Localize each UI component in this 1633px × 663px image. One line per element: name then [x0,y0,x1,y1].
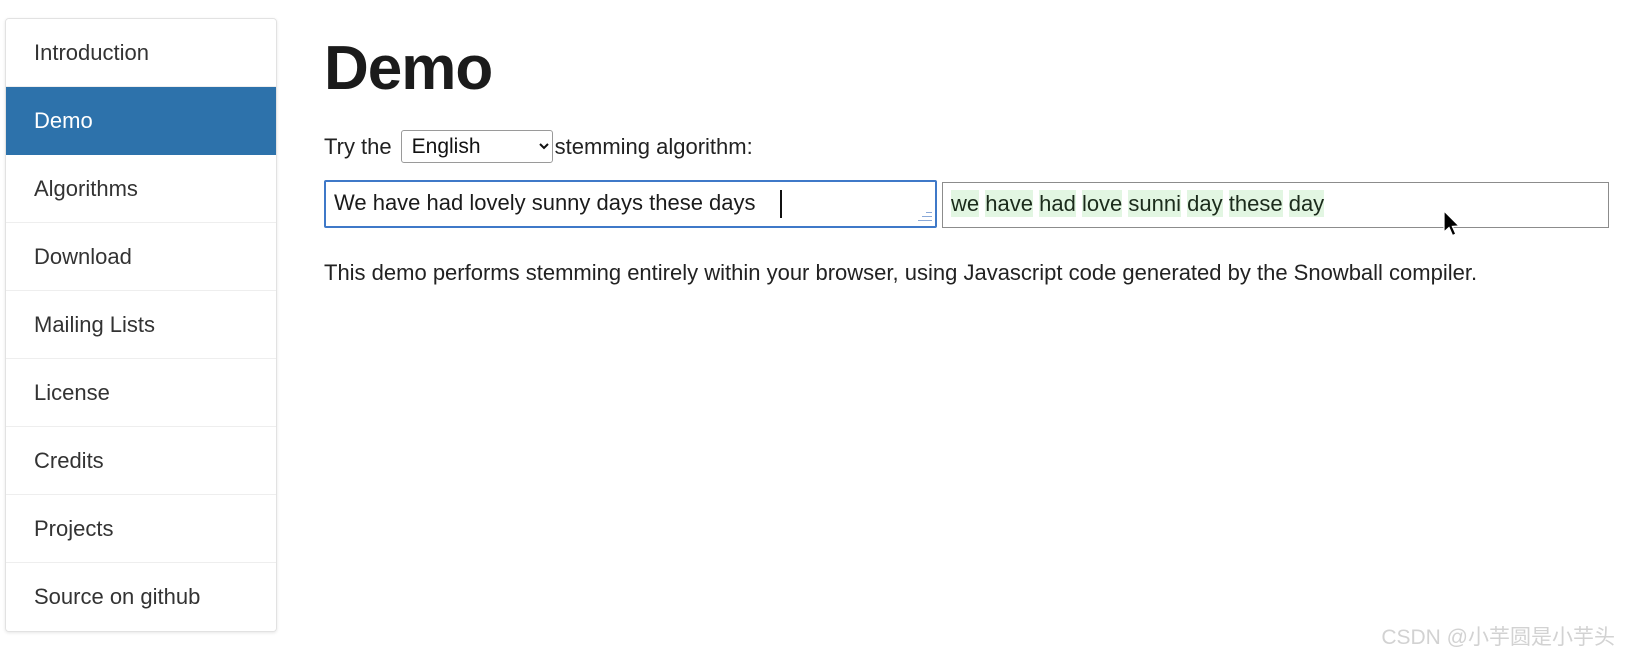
sidebar-item-credits[interactable]: Credits [6,427,276,495]
main-content: Demo Try the English stemming algorithm:… [324,0,1633,663]
stemmer-output-box: we have had love sunni day these day [942,182,1609,228]
sidebar-item-label: Introduction [34,40,149,65]
sidebar-item-demo[interactable]: Demo [6,87,276,155]
sidebar-item-label: Download [34,244,132,269]
sidebar-item-label: Credits [34,448,104,473]
demo-description: This demo performs stemming entirely wit… [324,260,1478,285]
sidebar-item-projects[interactable]: Projects [6,495,276,563]
stemmer-input-textarea[interactable] [324,180,937,228]
text-caret [780,190,782,218]
sidebar-item-introduction[interactable]: Introduction [6,19,276,87]
try-suffix-label: stemming algorithm: [554,133,753,159]
stemmed-word: these [1228,190,1283,217]
csdn-watermark: CSDN @小芋圆是小芋头 [1381,626,1615,649]
sidebar-item-label: Projects [34,516,114,541]
sidebar-nav: Introduction Demo Algorithms Download Mailin… [5,18,277,632]
sidebar-item-download[interactable]: Download [6,223,276,291]
sidebar-item-mailing-lists[interactable]: Mailing Lists [6,291,276,359]
sidebar-item-label: Algorithms [34,176,138,201]
stemmed-word: had [1039,190,1076,217]
stemmed-word: day [1187,190,1223,217]
sidebar-item-label: Source on github [34,584,201,609]
stemmed-word: love [1081,190,1123,217]
sidebar-item-algorithms[interactable]: Algorithms [6,155,276,223]
sidebar-item-label: Mailing Lists [34,312,156,337]
page-title: Demo [324,34,493,103]
sidebar-item-source-on-github[interactable]: Source on github [6,563,276,631]
stemmed-word: sunni [1128,190,1182,217]
stemming-io-row: we have had love sunni day these day [324,180,1609,230]
stemmed-word: we [951,190,980,217]
stemmed-word: day [1288,190,1325,217]
stemmed-word: have [985,190,1033,217]
sidebar-item-license[interactable]: License [6,359,276,427]
sidebar-item-label: License [34,380,110,405]
try-prefix-label: Try the [324,133,392,159]
sidebar-item-label: Demo [34,108,93,133]
try-algorithm-row: Try the English stemming algorithm: [324,130,753,163]
language-select[interactable]: English [400,130,553,163]
